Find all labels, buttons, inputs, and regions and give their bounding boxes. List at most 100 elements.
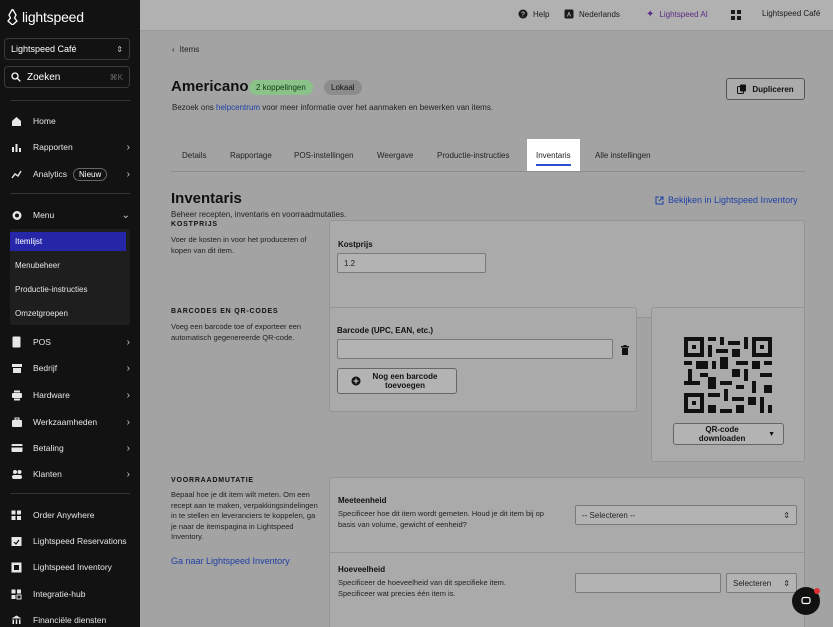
- nav-financial-services[interactable]: Financiële diensten: [10, 611, 130, 627]
- chevron-right-icon: ›: [126, 141, 130, 153]
- apps-grid-button[interactable]: [731, 10, 741, 20]
- chat-button[interactable]: [792, 587, 820, 615]
- tab-display[interactable]: Weergave: [377, 139, 413, 171]
- nav-customers[interactable]: Klanten ›: [10, 465, 130, 483]
- nav-label: Klanten: [33, 469, 62, 479]
- nav-analytics[interactable]: Analytics Nieuw ›: [10, 165, 130, 183]
- tab-pos-settings[interactable]: POS-instellingen: [294, 139, 354, 171]
- home-icon: [10, 115, 23, 128]
- qr-code-image: [684, 337, 772, 413]
- bar-chart-icon: [10, 141, 23, 154]
- nav-label: Lightspeed Reservations: [33, 536, 127, 546]
- unit-select[interactable]: -- Selecteren -- ⇕: [575, 505, 797, 525]
- svg-text:?: ?: [521, 12, 525, 19]
- store-selector[interactable]: Lightspeed Café ⇕: [4, 38, 130, 60]
- quantity-input[interactable]: [575, 573, 721, 593]
- plus-circle-icon: [351, 376, 361, 386]
- cost-heading: KOSTPRIJS: [171, 221, 218, 228]
- nav-menu[interactable]: Menu ⌄: [10, 206, 130, 224]
- links-badge[interactable]: 2 koppelingen: [249, 80, 313, 95]
- sidebar: lightspeed Lightspeed Café ⇕ Zoeken ⌘K H…: [0, 0, 140, 627]
- inventory-icon: [10, 561, 23, 574]
- go-to-inventory-link[interactable]: Ga naar Lightspeed Inventory: [171, 556, 290, 566]
- subtitle-text: Bezoek ons: [172, 103, 217, 112]
- nav-business[interactable]: Bedrijf ›: [10, 359, 130, 377]
- nav-pos[interactable]: POS ›: [10, 333, 130, 351]
- nav-order-anywhere[interactable]: Order Anywhere: [10, 506, 130, 524]
- tab-reporting[interactable]: Rapportage: [230, 139, 272, 171]
- language-button[interactable]: A Nederlands: [564, 9, 620, 19]
- tab-inventory[interactable]: Inventaris: [527, 139, 580, 171]
- account-label: Lightspeed Café: [762, 9, 821, 18]
- store-name: Lightspeed Café: [11, 44, 77, 54]
- cost-input[interactable]: 1.2: [337, 253, 486, 273]
- search-input[interactable]: Zoeken ⌘K: [4, 66, 130, 88]
- lightspeed-logo[interactable]: lightspeed: [7, 9, 84, 25]
- stock-card: Meeteenheid Specificeer hoe dit item wor…: [329, 477, 805, 627]
- ai-button[interactable]: ✦ Lightspeed AI: [646, 9, 708, 20]
- grid-icon: [10, 509, 23, 522]
- chevron-down-icon: ⌄: [121, 209, 130, 221]
- tab-details[interactable]: Details: [182, 139, 206, 171]
- search-icon: [11, 72, 21, 82]
- nav-inventory[interactable]: Lightspeed Inventory: [10, 558, 130, 576]
- nav-hardware[interactable]: Hardware ›: [10, 386, 130, 404]
- barcode-input[interactable]: [337, 339, 613, 359]
- nav-reports[interactable]: Rapporten ›: [10, 138, 130, 156]
- page-title: Americano: [171, 78, 249, 95]
- briefcase-icon: [10, 416, 23, 429]
- updown-chevron-icon: ⇕: [783, 510, 790, 520]
- nav-reservations[interactable]: Lightspeed Reservations: [10, 532, 130, 550]
- quantity-select-value: Selecteren: [733, 578, 772, 588]
- tab-all-settings[interactable]: Alle instellingen: [595, 139, 651, 171]
- nav-integration-hub[interactable]: Integratie-hub: [10, 585, 130, 603]
- updown-chevron-icon: ⇕: [783, 578, 790, 588]
- duplicate-button[interactable]: Dupliceren: [726, 78, 805, 100]
- sparkle-icon: ✦: [646, 9, 655, 20]
- nav-home[interactable]: Home: [10, 112, 130, 130]
- view-in-inventory-link[interactable]: Bekijken in Lightspeed Inventory: [655, 195, 798, 205]
- printer-icon: [10, 389, 23, 402]
- add-barcode-button[interactable]: Nog een barcode toevoegen: [337, 368, 457, 394]
- account-button[interactable]: Lightspeed Café: [762, 9, 820, 18]
- nav-operations[interactable]: Werkzaamheden ›: [10, 413, 130, 431]
- nav-label: Menu: [33, 210, 55, 220]
- view-in-inventory-label: Bekijken in Lightspeed Inventory: [668, 195, 798, 205]
- chevron-right-icon: ›: [126, 336, 130, 348]
- tab-production-instructions[interactable]: Productie-instructies: [437, 139, 509, 171]
- help-button[interactable]: ? Help: [518, 9, 549, 19]
- caret-down-icon: ▼: [768, 430, 775, 438]
- nav-label: Bedrijf: [33, 363, 58, 373]
- nav-label: Betaling: [33, 443, 64, 453]
- tab-bar: Details Rapportage POS-instellingen Weer…: [171, 139, 805, 172]
- brand-name: lightspeed: [22, 9, 84, 25]
- external-link-icon: [655, 196, 664, 204]
- helpcenter-link[interactable]: helpcentrum: [216, 103, 260, 112]
- breadcrumb[interactable]: ‹ Items: [172, 45, 199, 54]
- notification-dot: [814, 588, 820, 594]
- submenu-itemlist[interactable]: Itemlijst: [10, 232, 126, 251]
- nav-label: Hardware: [33, 390, 70, 400]
- breadcrumb-label: Items: [179, 45, 200, 54]
- submenu-menu-management[interactable]: Menubeheer: [10, 256, 126, 275]
- qr-download-button[interactable]: QR-code downloaden ▼: [673, 423, 784, 445]
- section-title: Inventaris: [171, 190, 242, 207]
- people-icon: [10, 468, 23, 481]
- quantity-unit-select[interactable]: Selecteren ⇕: [726, 573, 797, 593]
- local-badge: Lokaal: [324, 80, 362, 95]
- divider: [330, 552, 804, 553]
- stock-description: Bepaal hoe je dit item wilt meten. Om ee…: [171, 490, 318, 541]
- bank-icon: [10, 614, 23, 627]
- search-shortcut: ⌘K: [109, 72, 123, 82]
- submenu-revenue-groups[interactable]: Omzetgroepen: [10, 304, 126, 323]
- unit-select-value: -- Selecteren --: [582, 510, 636, 520]
- barcodes-heading: BARCODES EN QR-CODES: [171, 308, 279, 315]
- nav-payments[interactable]: Betaling ›: [10, 439, 130, 457]
- qr-download-label: QR-code downloaden: [698, 425, 746, 443]
- nav-label: Home: [33, 116, 56, 126]
- trash-icon[interactable]: [621, 345, 629, 355]
- nav-label: POS: [33, 337, 51, 347]
- submenu-production-instructions[interactable]: Productie-instructies: [10, 280, 126, 299]
- tablet-icon: [10, 336, 23, 349]
- quantity-description: Specificeer de hoeveelheid van dit speci…: [338, 578, 507, 598]
